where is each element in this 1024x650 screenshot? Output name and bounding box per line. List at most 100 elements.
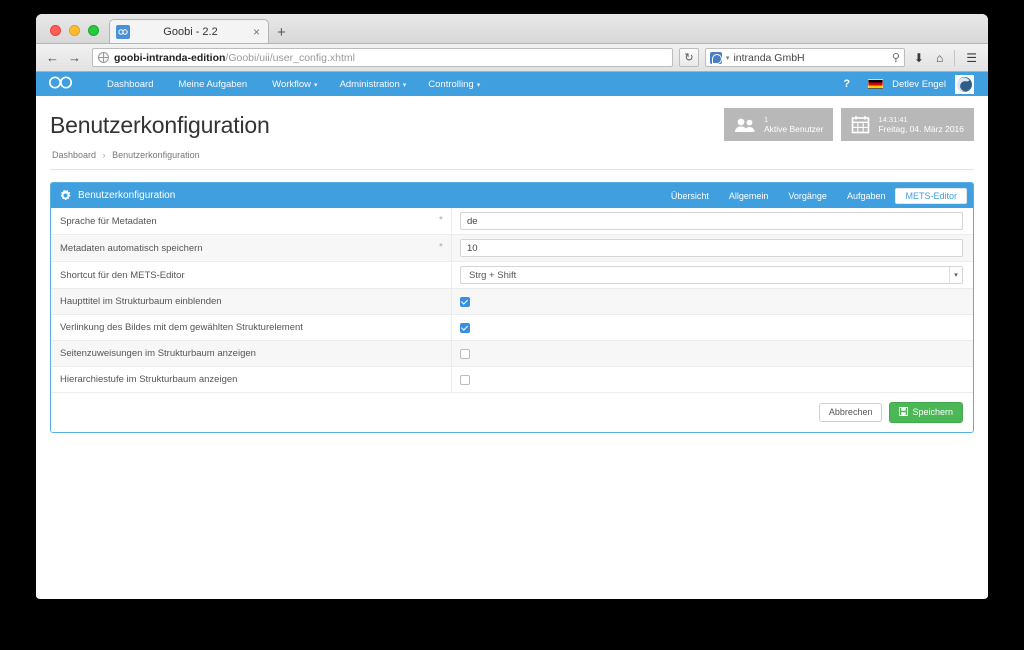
avatar[interactable] (955, 74, 974, 94)
browser-tab-title: Goobi - 2.2 (163, 25, 218, 38)
form-row-metadaten-automatisch-speichern: Metadaten automatisch speichern * (51, 235, 973, 262)
help-icon[interactable]: ? (834, 78, 859, 90)
gear-icon (60, 190, 71, 201)
form-row-shortcut-mets-editor: Shortcut für den METS-Editor Strg + Shif… (51, 262, 973, 289)
form-row-seitenzuweisungen-anzeigen: Seitenzuweisungen im Strukturbaum anzeig… (51, 341, 973, 367)
nav-item-dashboard[interactable]: Dashboard (96, 79, 167, 90)
datetime-box[interactable]: 14:31:41 Freitag, 04. März 2016 (841, 108, 974, 141)
save-button-label: Speichern (912, 407, 953, 417)
info-boxes: 1 Aktive Benutzer 14:31:41 Freitag, 04. … (723, 108, 974, 141)
goobi-logo-icon[interactable] (48, 76, 74, 92)
cancel-button[interactable]: Abbrechen (818, 403, 883, 422)
hierarchiestufe-checkbox[interactable] (460, 374, 470, 385)
url-domain: goobi-intranda-edition (114, 51, 226, 64)
active-users-label: Aktive Benutzer (763, 123, 824, 134)
minimize-window-button[interactable] (69, 25, 80, 36)
field-control: Strg + Shift ▾ (451, 262, 973, 288)
reload-button[interactable]: ↻ (678, 48, 699, 67)
page-title: Benutzerkonfiguration (50, 112, 270, 138)
form-row-verlinkung-bild-strukturelement: Verlinkung des Bildes mit dem gewählten … (51, 315, 973, 341)
mets-editor-shortcut-select[interactable]: Strg + Shift ▾ (460, 266, 963, 284)
active-users-count: 1 (763, 114, 769, 124)
haupttitel-checkbox[interactable] (460, 296, 470, 307)
chevron-down-icon: ▾ (402, 81, 407, 89)
forward-icon[interactable]: → (68, 51, 81, 64)
url-path: /Goobi/uii/user_config.xhtml (225, 51, 355, 64)
tab-vorgaenge[interactable]: Vorgänge (778, 188, 837, 204)
field-control (451, 315, 973, 340)
datetime-text: 14:31:41 Freitag, 04. März 2016 (878, 115, 964, 135)
panel-header: Benutzerkonfiguration Übersicht Allgemei… (51, 183, 973, 208)
save-icon (899, 407, 909, 418)
breadcrumb-item-dashboard[interactable]: Dashboard (52, 150, 96, 160)
users-icon (734, 117, 756, 133)
user-name[interactable]: Detlev Engel (892, 79, 955, 90)
new-tab-button[interactable]: + (269, 25, 294, 43)
field-control (451, 235, 973, 261)
breadcrumb-separator: › (102, 150, 106, 160)
active-users-box[interactable]: 1 Aktive Benutzer (723, 108, 834, 141)
nav-label: Controlling (428, 78, 474, 90)
verlinkung-checkbox[interactable] (460, 322, 470, 333)
required-marker: * (439, 215, 443, 226)
required-marker: * (439, 242, 443, 253)
browser-tab[interactable]: Goobi - 2.2 × (109, 19, 269, 43)
back-icon[interactable]: ← (46, 51, 59, 64)
field-control (451, 289, 973, 314)
nav-item-administration[interactable]: Administration ▾ (329, 79, 418, 90)
current-date: Freitag, 04. März 2016 (878, 123, 964, 134)
search-input[interactable]: ▾ intranda GmbH ⚲ (704, 48, 905, 67)
chevron-down-icon[interactable]: ▾ (949, 267, 962, 283)
chevron-down-icon[interactable]: ▾ (726, 54, 730, 62)
search-value: intranda GmbH (733, 51, 805, 64)
nav-item-workflow[interactable]: Workflow ▾ (261, 79, 328, 90)
download-icon[interactable]: ⬇ (911, 51, 927, 65)
panel-footer: Abbrechen Speichern (51, 393, 973, 432)
field-label: Verlinkung des Bildes mit dem gewählten … (60, 322, 303, 333)
page-container: Benutzerkonfiguration 1 Aktive Benutzer … (36, 96, 988, 598)
navigation-arrows: ← → (44, 51, 86, 64)
seitenzuweisungen-checkbox[interactable] (460, 348, 470, 359)
maximize-window-button[interactable] (88, 25, 99, 36)
field-control (451, 208, 973, 234)
tab-allgemein[interactable]: Allgemein (719, 188, 779, 204)
autosave-interval-input[interactable] (460, 239, 963, 257)
field-label: Metadaten automatisch speichern (60, 242, 203, 254)
address-bar[interactable]: goobi-intranda-edition/Goobi/uii/user_co… (92, 48, 673, 67)
breadcrumb: Dashboard › Benutzerkonfiguration (50, 139, 974, 170)
calendar-icon (851, 115, 870, 134)
save-button[interactable]: Speichern (889, 402, 963, 423)
field-label: Seitenzuweisungen im Strukturbaum anzeig… (60, 348, 256, 359)
metadata-language-input[interactable] (460, 212, 963, 230)
nav-label: Workflow (272, 78, 312, 90)
chevron-down-icon: ▾ (314, 81, 318, 89)
home-icon[interactable]: ⌂ (933, 51, 946, 65)
form-row-hierarchiestufe-anzeigen: Hierarchiestufe im Strukturbaum anzeigen (51, 367, 973, 393)
tab-mets-editor[interactable]: METS-Editor (895, 187, 967, 204)
form-row-sprache-fuer-metadaten: Sprache für Metadaten * (51, 208, 973, 235)
config-form: Sprache für Metadaten * Metadaten automa… (51, 208, 973, 393)
close-icon[interactable]: × (251, 25, 262, 39)
field-control (451, 367, 973, 392)
menu-icon[interactable]: ☰ (963, 51, 980, 65)
nav-item-controlling[interactable]: Controlling ▾ (417, 79, 491, 90)
field-label: Hierarchiestufe im Strukturbaum anzeigen (60, 374, 238, 385)
nav-label: Meine Aufgaben (178, 78, 248, 90)
breadcrumb-item-current: Benutzerkonfiguration (112, 150, 200, 160)
tab-aufgaben[interactable]: Aufgaben (837, 188, 896, 204)
field-label: Haupttitel im Strukturbaum einblenden (60, 296, 222, 307)
tab-uebersicht[interactable]: Übersicht (661, 188, 719, 204)
language-flag-icon[interactable] (868, 79, 884, 89)
field-label: Sprache für Metadaten (60, 215, 157, 227)
active-users-text: 1 Aktive Benutzer (764, 115, 824, 135)
search-provider-icon[interactable] (709, 51, 722, 64)
search-icon[interactable]: ⚲ (892, 51, 900, 64)
select-value: Strg + Shift (469, 269, 517, 281)
close-window-button[interactable] (50, 25, 61, 36)
browser-window: Goobi - 2.2 × + ← → goobi-intranda-editi… (36, 14, 988, 599)
chevron-down-icon: ▾ (476, 81, 481, 89)
form-row-haupttitel-einblenden: Haupttitel im Strukturbaum einblenden (51, 289, 973, 315)
window-controls (44, 25, 109, 43)
goobi-favicon-icon (116, 24, 130, 39)
nav-item-meine-aufgaben[interactable]: Meine Aufgaben (167, 79, 261, 90)
